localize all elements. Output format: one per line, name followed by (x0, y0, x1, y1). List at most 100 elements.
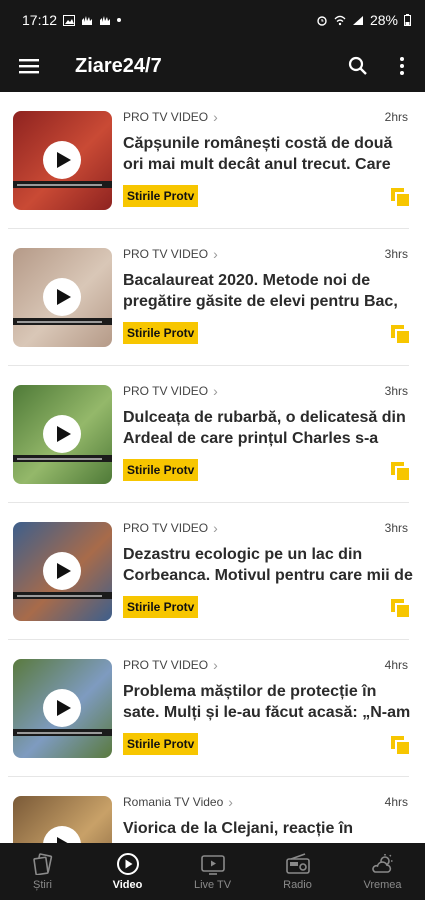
source-label: PRO TV VIDEO (123, 658, 209, 672)
status-bar: 17:12 28% (0, 0, 425, 40)
article-card[interactable]: Romania TV Video › 4hrs Viorica de la Cl… (0, 777, 425, 843)
menu-button[interactable] (0, 40, 58, 92)
nav-label: Video (112, 879, 143, 891)
thumbnail-caption-strip (13, 181, 112, 188)
play-button[interactable] (43, 552, 81, 590)
play-icon (56, 289, 71, 305)
nav-video[interactable]: Video (85, 843, 170, 900)
play-icon (56, 152, 71, 168)
chevron-right-icon: › (213, 657, 218, 673)
copy-icon[interactable] (390, 735, 412, 757)
wifi-icon (334, 15, 346, 25)
article-card[interactable]: PRO TV VIDEO › 3hrs Bacalaureat 2020. Me… (0, 229, 425, 366)
article-source[interactable]: PRO TV VIDEO › (123, 247, 218, 261)
play-button[interactable] (43, 278, 81, 316)
search-icon (348, 56, 367, 75)
play-icon (56, 700, 71, 716)
article-title[interactable]: Dezastru ecologic pe un lac din Corbeanc… (123, 544, 415, 586)
video-thumbnail[interactable] (13, 248, 112, 347)
source-tag[interactable]: Stirile Protv (123, 322, 199, 344)
article-time: 3hrs (384, 521, 408, 535)
nav-label: Radio (283, 879, 312, 891)
chevron-right-icon: › (213, 246, 218, 262)
nav-label: Live TV (193, 879, 232, 891)
source-tag[interactable]: Stirile Protv (123, 185, 199, 207)
news-icon (32, 853, 52, 875)
source-label: PRO TV VIDEO (123, 521, 209, 535)
play-button[interactable] (43, 826, 81, 843)
article-time: 3hrs (384, 384, 408, 398)
video-thumbnail[interactable] (13, 111, 112, 210)
copy-icon[interactable] (390, 187, 412, 209)
article-source[interactable]: PRO TV VIDEO › (123, 384, 218, 398)
article-card[interactable]: PRO TV VIDEO › 2hrs Căpșunile românești … (0, 92, 425, 229)
chevron-right-icon: › (213, 383, 218, 399)
app-bar: Ziare24/7 (0, 40, 425, 92)
article-feed[interactable]: PRO TV VIDEO › 2hrs Căpșunile românești … (0, 92, 425, 843)
video-thumbnail[interactable] (13, 385, 112, 484)
hand-icon (100, 15, 111, 25)
weather-icon (371, 854, 392, 873)
article-card[interactable]: PRO TV VIDEO › 4hrs Problema măștilor de… (0, 640, 425, 777)
tv-icon (200, 855, 225, 875)
chevron-right-icon: › (213, 520, 218, 536)
source-label: PRO TV VIDEO (123, 247, 209, 261)
nav-radio[interactable]: Radio (255, 843, 340, 900)
article-source[interactable]: PRO TV VIDEO › (123, 110, 218, 124)
article-time: 4hrs (384, 658, 408, 672)
article-title[interactable]: Căpșunile românești costă de două ori ma… (123, 133, 415, 175)
app-title: Ziare24/7 (75, 54, 162, 77)
thumbnail-caption-strip (13, 455, 112, 462)
source-tag[interactable]: Stirile Protv (123, 733, 199, 755)
article-title[interactable]: Dulceața de rubarbă, o delicatesă din Ar… (123, 407, 415, 449)
play-icon (56, 426, 71, 442)
article-source[interactable]: Romania TV Video › (123, 795, 233, 809)
nav-label: Vremea (363, 879, 402, 891)
nav-label: Știri (33, 879, 52, 891)
video-thumbnail[interactable] (13, 659, 112, 758)
thumbnail-caption-strip (13, 592, 112, 599)
more-options-button[interactable] (390, 52, 414, 80)
bottom-navigation: Știri Video Live TV Radio Vremea (0, 843, 425, 900)
thumbnail-caption-strip (13, 318, 112, 325)
nav-live-tv[interactable]: Live TV (170, 843, 255, 900)
status-time: 17:12 (22, 12, 58, 28)
article-title[interactable]: Viorica de la Clejani, reacție în (123, 818, 415, 843)
play-icon (56, 563, 71, 579)
play-circle-icon (116, 853, 139, 875)
copy-icon[interactable] (390, 324, 412, 346)
more-vertical-icon (400, 57, 404, 75)
article-time: 4hrs (384, 795, 408, 809)
article-time: 2hrs (384, 110, 408, 124)
thumbnail-caption-strip (13, 729, 112, 736)
video-thumbnail[interactable] (13, 796, 112, 843)
source-tag[interactable]: Stirile Protv (123, 596, 199, 618)
article-source[interactable]: PRO TV VIDEO › (123, 521, 218, 535)
alarm-icon (317, 15, 327, 26)
radio-icon (285, 853, 310, 874)
play-button[interactable] (43, 141, 81, 179)
source-tag[interactable]: Stirile Protv (123, 459, 199, 481)
chevron-right-icon: › (213, 109, 218, 125)
article-card[interactable]: PRO TV VIDEO › 3hrs Dezastru ecologic pe… (0, 503, 425, 640)
play-button[interactable] (43, 415, 81, 453)
video-thumbnail[interactable] (13, 522, 112, 621)
article-title[interactable]: Problema măștilor de protecție în sate. … (123, 681, 415, 723)
gallery-icon (63, 14, 76, 26)
article-time: 3hrs (384, 247, 408, 261)
article-title[interactable]: Bacalaureat 2020. Metode noi de pregătir… (123, 270, 415, 312)
article-card[interactable]: PRO TV VIDEO › 3hrs Dulceața de rubarbă,… (0, 366, 425, 503)
copy-icon[interactable] (390, 598, 412, 620)
search-button[interactable] (344, 52, 372, 80)
signal-icon (352, 15, 363, 25)
notification-dot-icon (117, 18, 122, 22)
hand-icon (82, 15, 93, 25)
copy-icon[interactable] (390, 461, 412, 483)
source-label: PRO TV VIDEO (123, 384, 209, 398)
nav-stiri[interactable]: Știri (0, 843, 85, 900)
article-source[interactable]: PRO TV VIDEO › (123, 658, 218, 672)
battery-percent: 28% (369, 12, 398, 28)
play-button[interactable] (43, 689, 81, 727)
nav-vremea[interactable]: Vremea (340, 843, 425, 900)
hamburger-icon (19, 59, 39, 74)
